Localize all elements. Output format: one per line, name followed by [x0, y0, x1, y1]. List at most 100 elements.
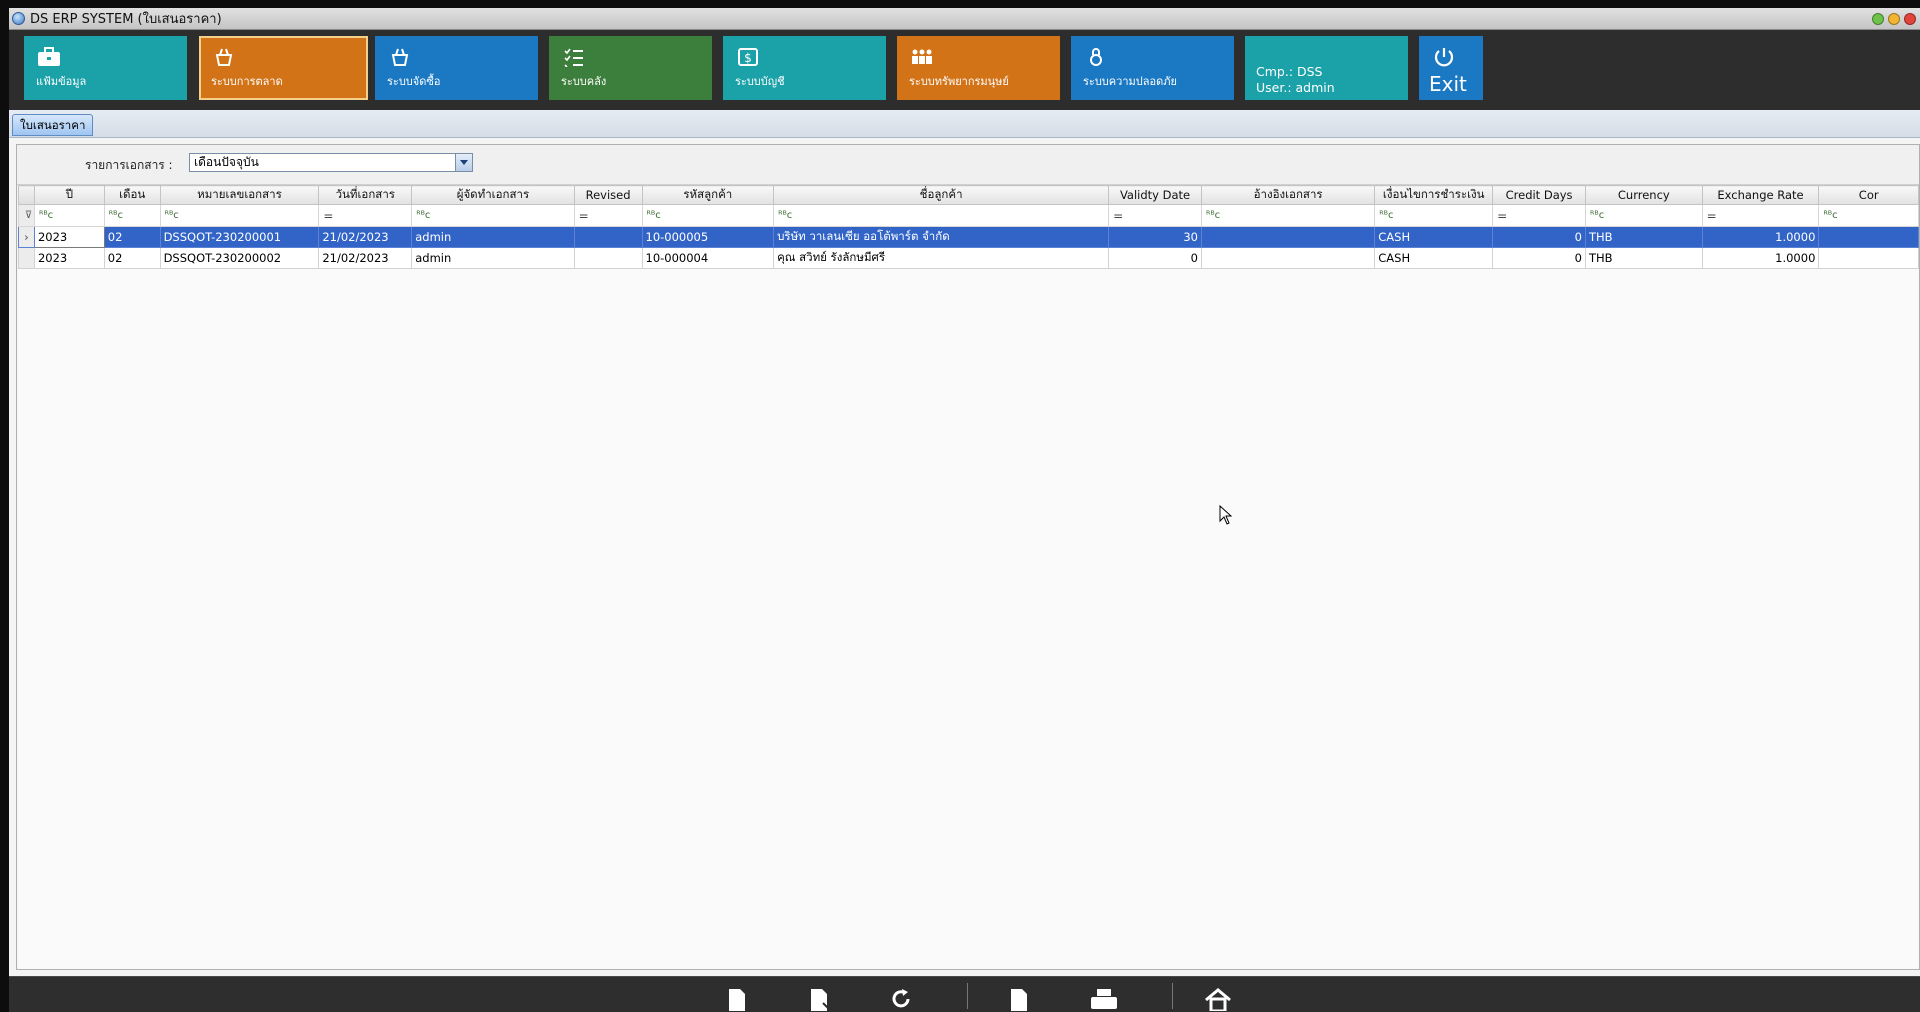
auto-filter-row: ⊽ ᴿᴮc ᴿᴮc ᴿᴮc = ᴿᴮc = ᴿᴮc ᴿᴮc = ᴿᴮc ᴿᴮc — [18, 204, 1919, 227]
document-period-value: เดือนปัจจุบัน — [194, 155, 259, 169]
column-header[interactable]: เดือน — [103, 185, 161, 205]
header-row: ปี เดือน หมายเลขเอกสาร วันที่เอกสาร ผู้จ… — [18, 185, 1919, 205]
tile-master-data[interactable]: แฟ้มข้อมูล — [24, 36, 187, 100]
column-header[interactable]: Cor — [1818, 185, 1919, 205]
filter-cell[interactable]: = — [1492, 204, 1586, 227]
column-header[interactable]: Currency — [1585, 185, 1703, 205]
exit-icon — [1431, 46, 1457, 68]
document-period-select[interactable]: เดือนปัจจุบัน — [189, 153, 473, 172]
cell-payment-terms[interactable]: CASH — [1374, 226, 1494, 248]
tile-label: แฟ้มข้อมูล — [36, 75, 87, 88]
cell-customer-code[interactable]: 10-000004 — [641, 247, 775, 269]
cell-doc-no[interactable]: DSSQOT-230200002 — [159, 247, 320, 269]
tile-marketing[interactable]: ระบบการตลาด — [199, 36, 368, 100]
column-header[interactable]: Validty Date — [1108, 185, 1202, 205]
cell-credit-days[interactable]: 0 — [1492, 226, 1586, 248]
filter-cell[interactable]: ᴿᴮc — [1818, 204, 1919, 227]
cell-year[interactable]: 2023 — [33, 247, 105, 269]
cell-currency[interactable]: THB — [1585, 226, 1703, 248]
cell-reference[interactable] — [1200, 247, 1376, 269]
cell-payment-terms[interactable]: CASH — [1374, 247, 1494, 269]
cell-customer-name[interactable]: บริษัท วาเลนเซีย ออโต้พาร์ต จำกัด — [773, 226, 1110, 248]
column-header[interactable]: หมายเลขเอกสาร — [159, 185, 320, 205]
basket-icon — [387, 46, 413, 68]
new-doc-icon[interactable] — [727, 987, 747, 1012]
cell-reference[interactable] — [1200, 226, 1376, 248]
tile-accounting[interactable]: $ ระบบบัญชี — [723, 36, 886, 100]
filter-cell[interactable]: ᴿᴮc — [641, 204, 775, 227]
table-row[interactable]: › 2023 02 DSSQOT-230200001 21/02/2023 ad… — [18, 226, 1919, 248]
user-label: User.: admin — [1256, 80, 1335, 95]
cell-month[interactable]: 02 — [103, 247, 161, 269]
cell-currency[interactable]: THB — [1585, 247, 1703, 269]
column-header[interactable]: ผู้จัดทำเอกสาร — [411, 185, 575, 205]
cell-extra[interactable] — [1818, 226, 1919, 248]
filter-funnel-icon[interactable]: ⊽ — [18, 204, 35, 227]
cell-validity[interactable]: 0 — [1108, 247, 1202, 269]
maximize-button[interactable] — [1888, 12, 1900, 25]
tile-label: ระบบทรัพยากรมนุษย์ — [909, 75, 1009, 88]
user-info-tile: Cmp.: DSS User.: admin — [1245, 36, 1408, 100]
filter-cell[interactable]: = — [318, 204, 413, 227]
cell-year[interactable]: 2023 — [33, 226, 105, 248]
cell-extra[interactable] — [1818, 247, 1919, 269]
filter-cell[interactable]: ᴿᴮc — [33, 204, 105, 227]
cell-exchange-rate[interactable]: 1.0000 — [1701, 226, 1820, 248]
filter-cell[interactable]: ᴿᴮc — [411, 204, 575, 227]
filter-cell[interactable]: ᴿᴮc — [1585, 204, 1703, 227]
cell-customer-name[interactable]: คุณ สวิทย์ รังลักษมีศรี — [773, 247, 1110, 269]
tab-quotation[interactable]: ใบเสนอราคา — [12, 114, 94, 136]
tile-hr[interactable]: ระบบทรัพยากรมนุษย์ — [897, 36, 1060, 100]
row-pointer-icon: › — [18, 226, 35, 248]
column-header[interactable]: Credit Days — [1492, 185, 1586, 205]
filter-cell[interactable]: ᴿᴮc — [773, 204, 1110, 227]
filter-cell[interactable]: ᴿᴮc — [159, 204, 320, 227]
cell-doc-no[interactable]: DSSQOT-230200001 — [159, 226, 320, 248]
tile-security[interactable]: ระบบความปลอดภัย — [1071, 36, 1234, 100]
minimize-button[interactable] — [1872, 12, 1884, 25]
exit-button[interactable]: Exit — [1419, 36, 1483, 100]
tile-label: ระบบบัญชี — [735, 75, 785, 88]
table-row[interactable]: 2023 02 DSSQOT-230200002 21/02/2023 admi… — [18, 247, 1919, 269]
edit-doc-icon[interactable] — [809, 987, 831, 1012]
cell-revised[interactable] — [573, 247, 643, 269]
print-icon[interactable] — [1089, 987, 1119, 1012]
column-header[interactable]: รหัสลูกค้า — [641, 185, 775, 205]
filter-cell[interactable]: = — [1108, 204, 1202, 227]
filter-cell[interactable]: ᴿᴮc — [1200, 204, 1376, 227]
close-button[interactable] — [1904, 12, 1916, 25]
tile-label: ระบบคลัง — [561, 75, 607, 88]
cell-customer-code[interactable]: 10-000005 — [641, 226, 775, 248]
cell-validity[interactable]: 30 — [1108, 226, 1202, 248]
cell-preparer[interactable]: admin — [411, 247, 575, 269]
tile-label: ระบบจัดซื้อ — [387, 75, 441, 88]
chevron-down-icon[interactable] — [455, 154, 472, 171]
quotation-grid: ปี เดือน หมายเลขเอกสาร วันที่เอกสาร ผู้จ… — [18, 185, 1919, 969]
doc-icon[interactable] — [1009, 987, 1029, 1012]
column-header[interactable]: วันที่เอกสาร — [318, 185, 413, 205]
cell-preparer[interactable]: admin — [411, 226, 575, 248]
column-header[interactable]: เงื่อนไขการชำระเงิน — [1374, 185, 1494, 205]
document-list-label: รายการเอกสาร : — [85, 158, 173, 172]
cell-doc-date[interactable]: 21/02/2023 — [318, 226, 413, 248]
window-controls — [1872, 12, 1920, 25]
filter-cell[interactable]: ᴿᴮc — [1374, 204, 1494, 227]
cell-credit-days[interactable]: 0 — [1492, 247, 1586, 269]
column-header[interactable]: อ้างอิงเอกสาร — [1200, 185, 1376, 205]
column-header[interactable]: ชื่อลูกค้า — [773, 185, 1110, 205]
tile-inventory[interactable]: ระบบคลัง — [549, 36, 712, 100]
tile-purchasing[interactable]: ระบบจัดซื้อ — [375, 36, 538, 100]
filter-cell[interactable]: = — [573, 204, 643, 227]
row-indicator — [18, 247, 35, 269]
cell-exchange-rate[interactable]: 1.0000 — [1701, 247, 1820, 269]
column-header[interactable]: Exchange Rate — [1701, 185, 1820, 205]
cell-month[interactable]: 02 — [103, 226, 161, 248]
filter-cell[interactable]: ᴿᴮc — [103, 204, 161, 227]
refresh-icon[interactable] — [889, 987, 913, 1012]
column-header[interactable]: Revised — [573, 185, 643, 205]
column-header[interactable]: ปี — [33, 185, 105, 205]
cell-revised[interactable] — [573, 226, 643, 248]
home-icon[interactable] — [1203, 987, 1233, 1012]
cell-doc-date[interactable]: 21/02/2023 — [318, 247, 413, 269]
filter-cell[interactable]: = — [1701, 204, 1820, 227]
